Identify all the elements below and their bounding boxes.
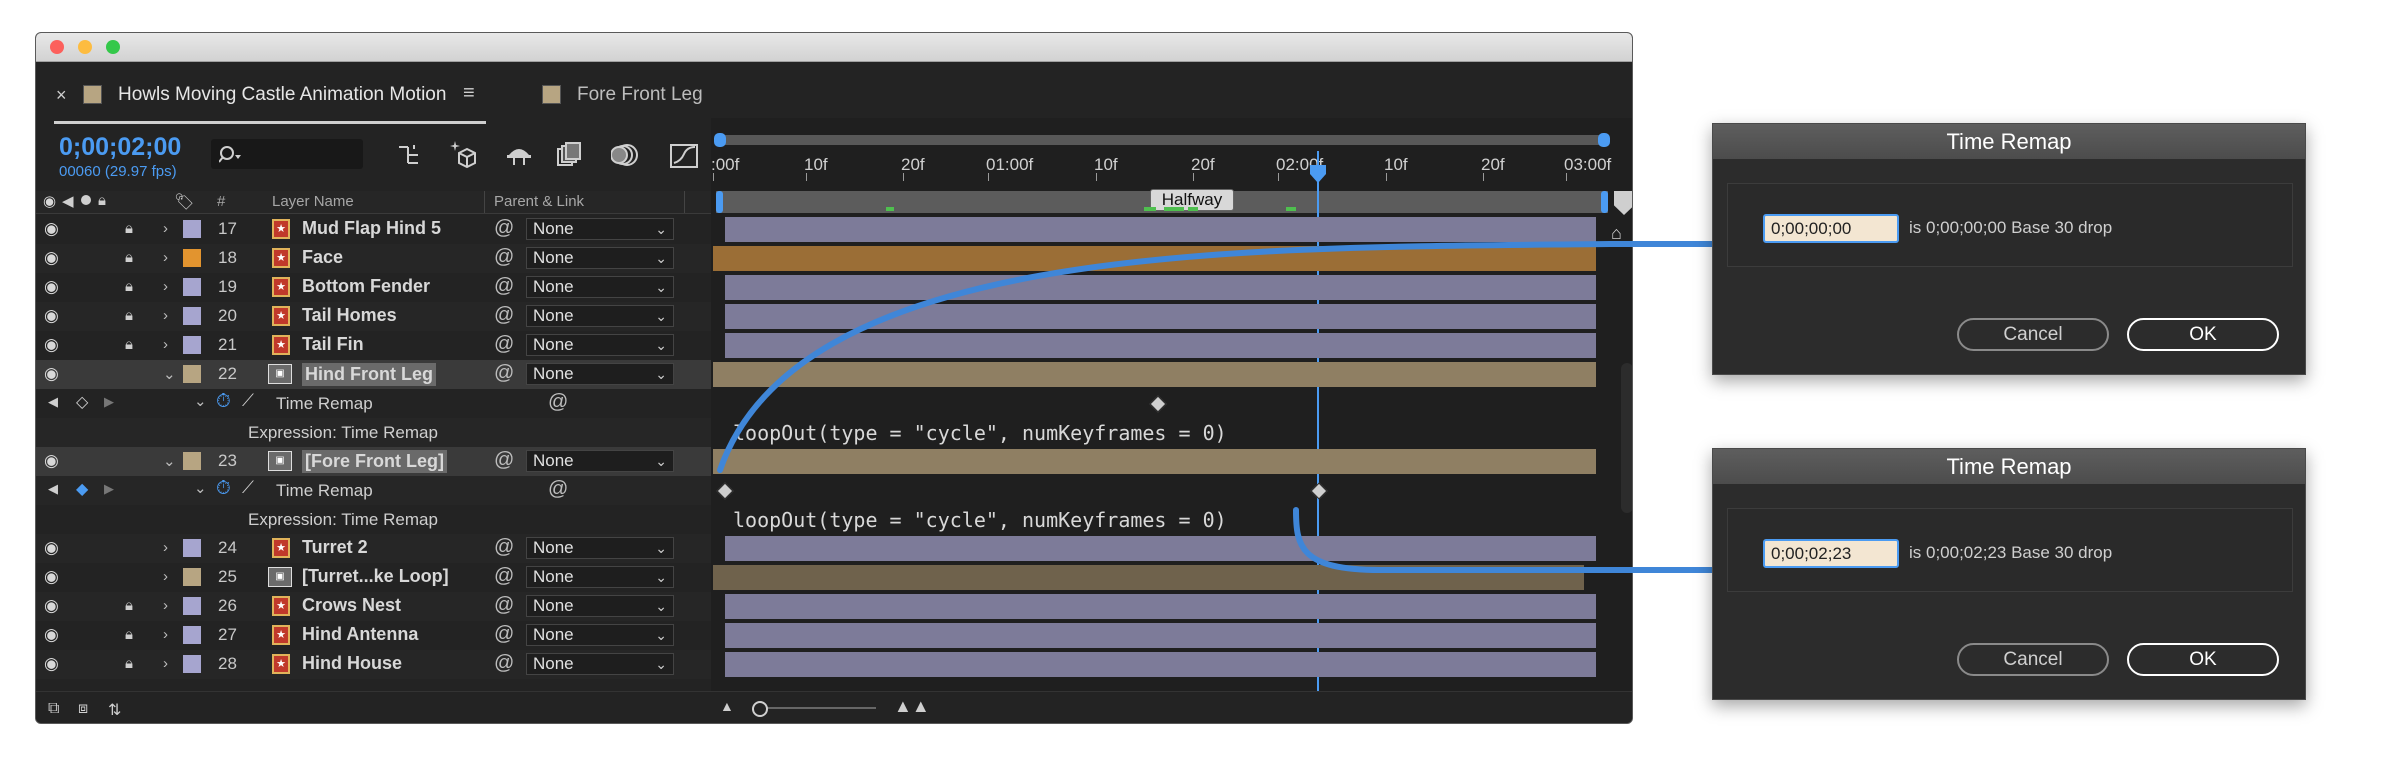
dialog-title: Time Remap — [1713, 449, 2305, 484]
dialog-title: Time Remap — [1713, 124, 2305, 159]
callout-line-end — [1293, 507, 1715, 573]
time-remap-dialog-end: Time Remap 0;00;02;23 is 0;00;02;23 Base… — [1712, 448, 2306, 700]
cancel-button[interactable]: Cancel — [1957, 643, 2109, 676]
ok-button[interactable]: OK — [2127, 643, 2279, 676]
ok-button[interactable]: OK — [2127, 318, 2279, 351]
time-remap-dialog-start: Time Remap 0;00;00;00 is 0;00;00;00 Base… — [1712, 123, 2306, 375]
timecode-info: is 0;00;02;23 Base 30 drop — [1909, 543, 2113, 562]
timecode-info: is 0;00;00;00 Base 30 drop — [1909, 218, 2113, 237]
time-remap-value-field[interactable]: 0;00;02;23 — [1763, 539, 1899, 568]
callout-line-start — [717, 241, 1715, 473]
time-remap-value-field[interactable]: 0;00;00;00 — [1763, 214, 1899, 243]
cancel-button[interactable]: Cancel — [1957, 318, 2109, 351]
